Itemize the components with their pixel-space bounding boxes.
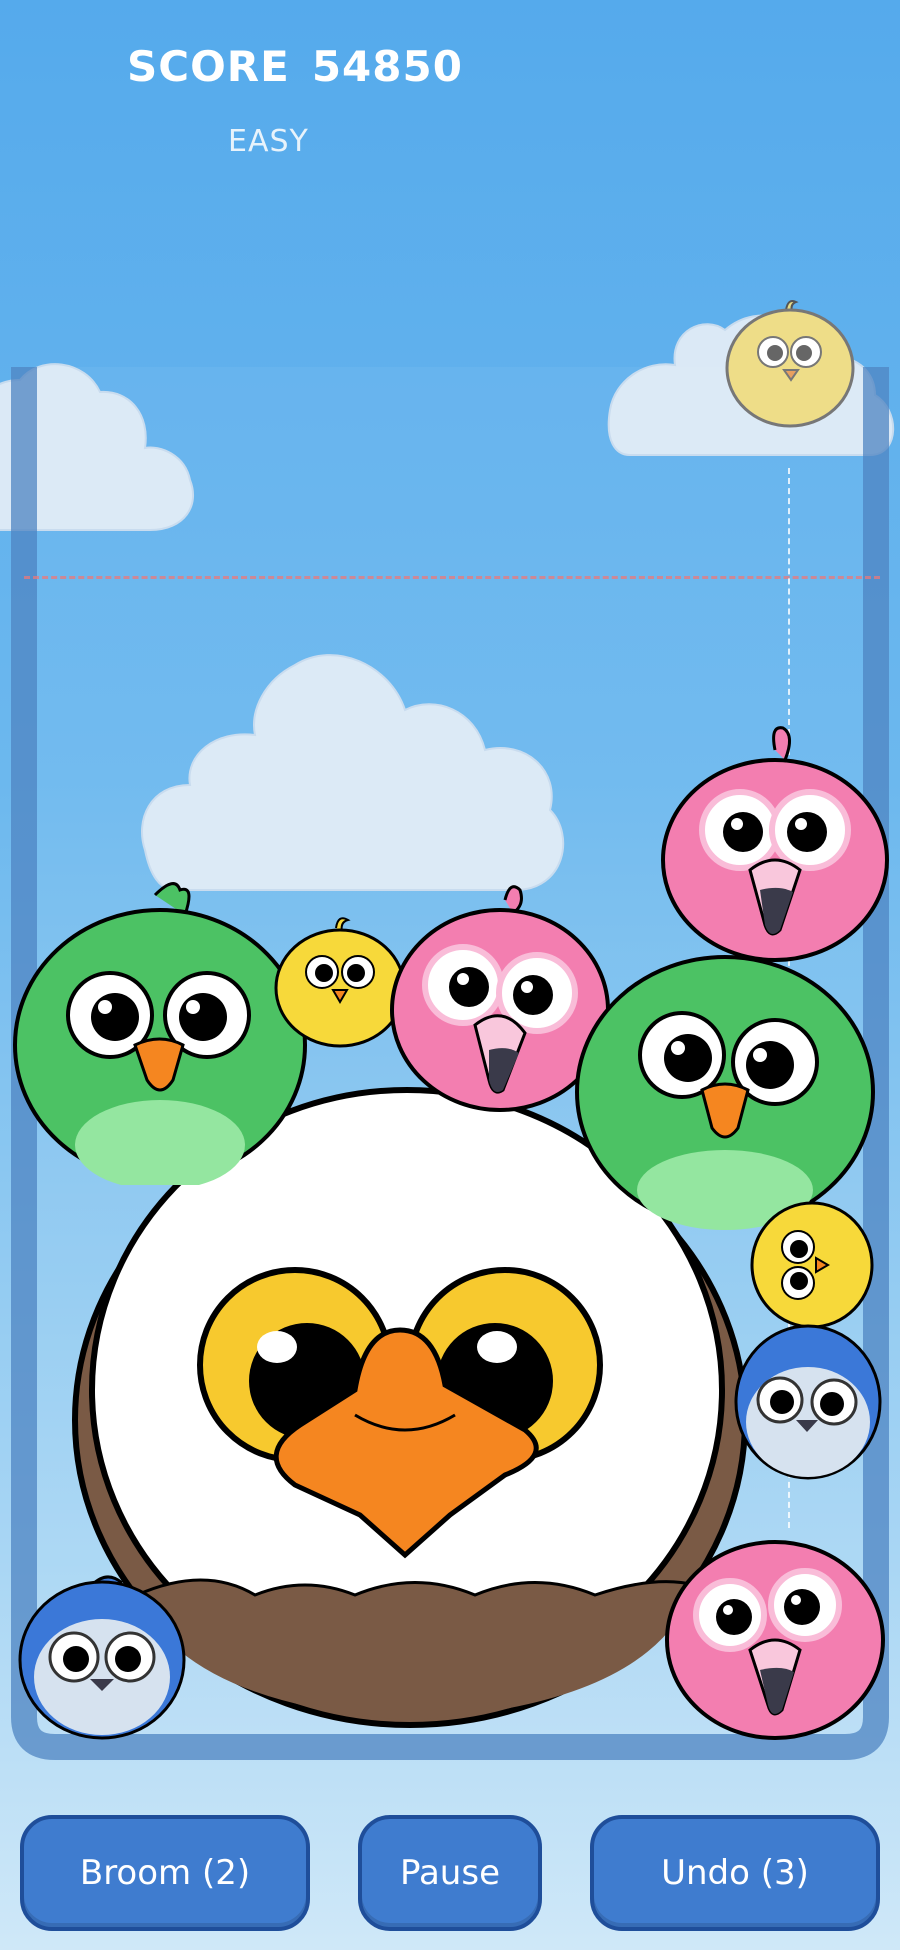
bird-parrot-left xyxy=(13,882,307,1185)
undo-button[interactable]: Undo (3) xyxy=(590,1815,880,1931)
score-display: SCORE 54850 xyxy=(127,42,463,91)
bird-parrot-right xyxy=(575,955,875,1230)
pause-button[interactable]: Pause xyxy=(358,1815,542,1931)
bird-blue-jay-left xyxy=(18,1575,186,1740)
score-label: SCORE xyxy=(127,42,290,91)
difficulty-label: EASY xyxy=(228,124,309,159)
score-value: 54850 xyxy=(311,42,463,91)
bird-chick-right xyxy=(750,1201,874,1329)
danger-line xyxy=(24,576,880,579)
bird-flamingo-top-right xyxy=(661,726,889,962)
next-bird-chick[interactable] xyxy=(718,290,862,430)
bird-flamingo-bottom-right xyxy=(665,1540,885,1740)
broom-button[interactable]: Broom (2) xyxy=(20,1815,310,1931)
bird-blue-jay-right xyxy=(734,1324,882,1480)
